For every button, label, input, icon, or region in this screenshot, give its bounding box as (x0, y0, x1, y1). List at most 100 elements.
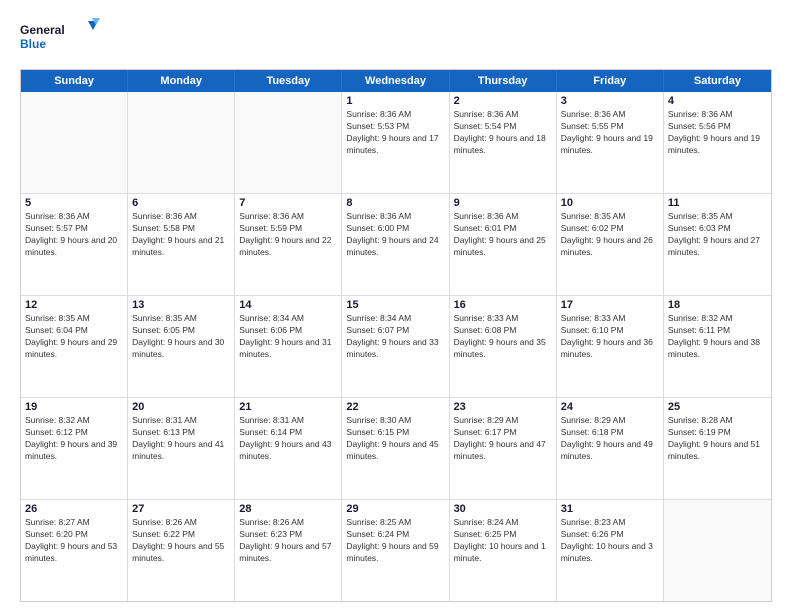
day-number: 4 (668, 95, 767, 107)
day-number: 2 (454, 95, 552, 107)
day-number: 9 (454, 197, 552, 209)
calendar-cell: 11 Sunrise: 8:35 AM Sunset: 6:03 PM Dayli… (664, 194, 771, 295)
day-number: 13 (132, 299, 230, 311)
cell-info: Sunrise: 8:35 AM Sunset: 6:02 PM Dayligh… (561, 211, 659, 259)
header-day-monday: Monday (128, 70, 235, 92)
page: General Blue SundayMondayTuesdayWednesda… (0, 0, 792, 612)
calendar-cell: 8 Sunrise: 8:36 AM Sunset: 6:00 PM Daylig… (342, 194, 449, 295)
day-number: 11 (668, 197, 767, 209)
calendar-cell: 17 Sunrise: 8:33 AM Sunset: 6:10 PM Dayli… (557, 296, 664, 397)
calendar-cell: 2 Sunrise: 8:36 AM Sunset: 5:54 PM Daylig… (450, 92, 557, 193)
calendar-week-1: 1 Sunrise: 8:36 AM Sunset: 5:53 PM Daylig… (21, 92, 771, 193)
cell-info: Sunrise: 8:32 AM Sunset: 6:11 PM Dayligh… (668, 313, 767, 361)
calendar-cell: 13 Sunrise: 8:35 AM Sunset: 6:05 PM Dayli… (128, 296, 235, 397)
cell-info: Sunrise: 8:27 AM Sunset: 6:20 PM Dayligh… (25, 517, 123, 565)
calendar-cell: 9 Sunrise: 8:36 AM Sunset: 6:01 PM Daylig… (450, 194, 557, 295)
cell-info: Sunrise: 8:31 AM Sunset: 6:13 PM Dayligh… (132, 415, 230, 463)
calendar-cell: 19 Sunrise: 8:32 AM Sunset: 6:12 PM Dayli… (21, 398, 128, 499)
cell-info: Sunrise: 8:36 AM Sunset: 5:53 PM Dayligh… (346, 109, 444, 157)
day-number: 15 (346, 299, 444, 311)
cell-info: Sunrise: 8:35 AM Sunset: 6:03 PM Dayligh… (668, 211, 767, 259)
calendar-cell: 28Sunrise: 8:26 AM Sunset: 6:23 PM Dayli… (235, 500, 342, 601)
calendar-cell: 29 Sunrise: 8:25 AM Sunset: 6:24 PM Dayli… (342, 500, 449, 601)
calendar-cell: 24 Sunrise: 8:29 AM Sunset: 6:18 PM Dayli… (557, 398, 664, 499)
cell-info: Sunrise: 8:36 AM Sunset: 5:59 PM Dayligh… (239, 211, 337, 259)
calendar-cell (664, 500, 771, 601)
calendar-cell: 25 Sunrise: 8:28 AM Sunset: 6:19 PM Dayli… (664, 398, 771, 499)
day-number: 7 (239, 197, 337, 209)
calendar-cell: 6Sunrise: 8:36 AM Sunset: 5:58 PM Daylig… (128, 194, 235, 295)
day-number: 6 (132, 197, 230, 209)
calendar-cell: 26 Sunrise: 8:27 AM Sunset: 6:20 PM Dayli… (21, 500, 128, 601)
day-number: 14 (239, 299, 337, 311)
calendar-cell: 1 Sunrise: 8:36 AM Sunset: 5:53 PM Daylig… (342, 92, 449, 193)
calendar-cell: 10Sunrise: 8:35 AM Sunset: 6:02 PM Dayli… (557, 194, 664, 295)
calendar-cell: 12 Sunrise: 8:35 AM Sunset: 6:04 PM Dayli… (21, 296, 128, 397)
day-number: 19 (25, 401, 123, 413)
svg-text:Blue: Blue (20, 37, 46, 51)
logo-svg: General Blue (20, 16, 100, 61)
day-number: 31 (561, 503, 659, 515)
calendar-cell: 14Sunrise: 8:34 AM Sunset: 6:06 PM Dayli… (235, 296, 342, 397)
calendar-cell: 4Sunrise: 8:36 AM Sunset: 5:56 PM Daylig… (664, 92, 771, 193)
calendar-cell (21, 92, 128, 193)
day-number: 24 (561, 401, 659, 413)
cell-info: Sunrise: 8:25 AM Sunset: 6:24 PM Dayligh… (346, 517, 444, 565)
calendar-cell: 16 Sunrise: 8:33 AM Sunset: 6:08 PM Dayli… (450, 296, 557, 397)
day-number: 25 (668, 401, 767, 413)
day-number: 23 (454, 401, 552, 413)
svg-text:General: General (20, 23, 65, 37)
calendar-cell: 23 Sunrise: 8:29 AM Sunset: 6:17 PM Dayli… (450, 398, 557, 499)
cell-info: Sunrise: 8:32 AM Sunset: 6:12 PM Dayligh… (25, 415, 123, 463)
cell-info: Sunrise: 8:35 AM Sunset: 6:05 PM Dayligh… (132, 313, 230, 361)
day-number: 30 (454, 503, 552, 515)
calendar-week-3: 12 Sunrise: 8:35 AM Sunset: 6:04 PM Dayli… (21, 295, 771, 397)
header-day-tuesday: Tuesday (235, 70, 342, 92)
cell-info: Sunrise: 8:36 AM Sunset: 6:01 PM Dayligh… (454, 211, 552, 259)
cell-info: Sunrise: 8:31 AM Sunset: 6:14 PM Dayligh… (239, 415, 337, 463)
cell-info: Sunrise: 8:36 AM Sunset: 5:54 PM Dayligh… (454, 109, 552, 157)
day-number: 8 (346, 197, 444, 209)
cell-info: Sunrise: 8:34 AM Sunset: 6:07 PM Dayligh… (346, 313, 444, 361)
calendar-cell: 15 Sunrise: 8:34 AM Sunset: 6:07 PM Dayli… (342, 296, 449, 397)
header-day-wednesday: Wednesday (342, 70, 449, 92)
calendar-header: SundayMondayTuesdayWednesdayThursdayFrid… (21, 70, 771, 92)
day-number: 20 (132, 401, 230, 413)
cell-info: Sunrise: 8:24 AM Sunset: 6:25 PM Dayligh… (454, 517, 552, 565)
cell-info: Sunrise: 8:36 AM Sunset: 6:00 PM Dayligh… (346, 211, 444, 259)
cell-info: Sunrise: 8:35 AM Sunset: 6:04 PM Dayligh… (25, 313, 123, 361)
day-number: 5 (25, 197, 123, 209)
cell-info: Sunrise: 8:36 AM Sunset: 5:55 PM Dayligh… (561, 109, 659, 157)
day-number: 27 (132, 503, 230, 515)
day-number: 26 (25, 503, 123, 515)
cell-info: Sunrise: 8:28 AM Sunset: 6:19 PM Dayligh… (668, 415, 767, 463)
header-day-saturday: Saturday (664, 70, 771, 92)
day-number: 22 (346, 401, 444, 413)
cell-info: Sunrise: 8:26 AM Sunset: 6:23 PM Dayligh… (239, 517, 337, 565)
cell-info: Sunrise: 8:30 AM Sunset: 6:15 PM Dayligh… (346, 415, 444, 463)
calendar-cell: 18Sunrise: 8:32 AM Sunset: 6:11 PM Dayli… (664, 296, 771, 397)
cell-info: Sunrise: 8:23 AM Sunset: 6:26 PM Dayligh… (561, 517, 659, 565)
header: General Blue (20, 16, 772, 61)
calendar-cell: 30 Sunrise: 8:24 AM Sunset: 6:25 PM Dayli… (450, 500, 557, 601)
calendar-cell: 21Sunrise: 8:31 AM Sunset: 6:14 PM Dayli… (235, 398, 342, 499)
calendar-cell (128, 92, 235, 193)
cell-info: Sunrise: 8:33 AM Sunset: 6:10 PM Dayligh… (561, 313, 659, 361)
cell-info: Sunrise: 8:29 AM Sunset: 6:17 PM Dayligh… (454, 415, 552, 463)
calendar: SundayMondayTuesdayWednesdayThursdayFrid… (20, 69, 772, 602)
calendar-week-2: 5 Sunrise: 8:36 AM Sunset: 5:57 PM Daylig… (21, 193, 771, 295)
day-number: 29 (346, 503, 444, 515)
cell-info: Sunrise: 8:29 AM Sunset: 6:18 PM Dayligh… (561, 415, 659, 463)
cell-info: Sunrise: 8:36 AM Sunset: 5:57 PM Dayligh… (25, 211, 123, 259)
calendar-cell (235, 92, 342, 193)
day-number: 17 (561, 299, 659, 311)
day-number: 1 (346, 95, 444, 107)
calendar-cell: 5 Sunrise: 8:36 AM Sunset: 5:57 PM Daylig… (21, 194, 128, 295)
calendar-body: 1 Sunrise: 8:36 AM Sunset: 5:53 PM Daylig… (21, 92, 771, 601)
calendar-cell: 22 Sunrise: 8:30 AM Sunset: 6:15 PM Dayli… (342, 398, 449, 499)
day-number: 12 (25, 299, 123, 311)
cell-info: Sunrise: 8:33 AM Sunset: 6:08 PM Dayligh… (454, 313, 552, 361)
calendar-cell: 3Sunrise: 8:36 AM Sunset: 5:55 PM Daylig… (557, 92, 664, 193)
day-number: 16 (454, 299, 552, 311)
logo: General Blue (20, 16, 100, 61)
